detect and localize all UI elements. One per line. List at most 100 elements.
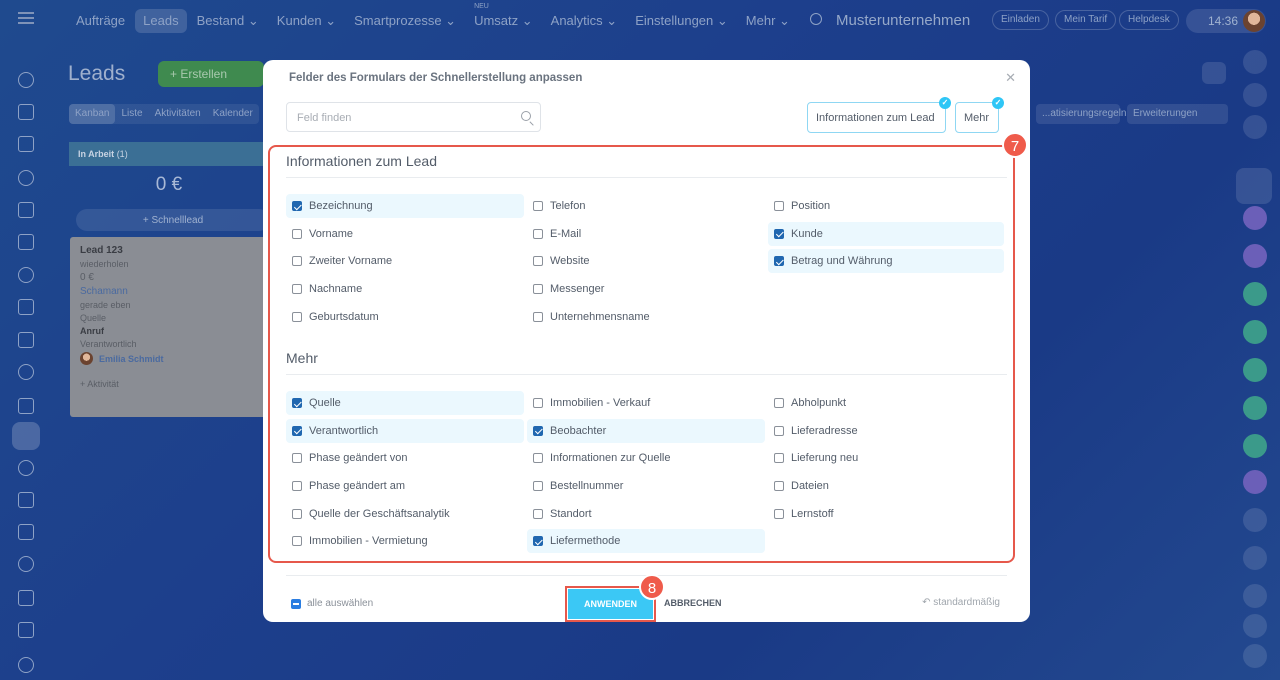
card-title[interactable]: Lead 123 bbox=[80, 245, 258, 256]
chat-avatar[interactable] bbox=[1243, 434, 1267, 458]
undo-icon: ↶ bbox=[922, 597, 934, 608]
nav-item[interactable]: Einstellungen ⌄ bbox=[627, 9, 736, 33]
nav-item[interactable]: Kunden ⌄ bbox=[269, 9, 344, 33]
chat-avatar[interactable] bbox=[1243, 206, 1267, 230]
check-icon: ✓ bbox=[992, 97, 1004, 109]
notification-icon[interactable] bbox=[1243, 50, 1267, 74]
sidebar-nav-icon[interactable] bbox=[18, 234, 34, 250]
close-icon[interactable]: ✕ bbox=[1005, 70, 1016, 86]
nav-label: Kunden bbox=[276, 13, 322, 28]
chevron-down-icon: ⌄ bbox=[244, 13, 259, 28]
quick-lead-button[interactable]: + Schnelllead bbox=[76, 209, 270, 231]
nav-label: Bestand bbox=[196, 13, 245, 28]
cancel-button[interactable]: ABBRECHEN bbox=[664, 598, 722, 608]
chat-avatar[interactable] bbox=[1243, 396, 1267, 420]
notification-icon[interactable] bbox=[1243, 83, 1267, 107]
chat-avatar[interactable] bbox=[1243, 320, 1267, 344]
lead-card[interactable]: Lead 123 wiederholen 0 € Schamann gerade… bbox=[70, 237, 268, 417]
chat-avatar[interactable] bbox=[1243, 508, 1267, 532]
chat-avatar[interactable] bbox=[1236, 168, 1272, 204]
card-source-label: Quelle bbox=[80, 313, 107, 323]
invite-button[interactable]: Einladen bbox=[992, 10, 1049, 30]
chat-avatar[interactable] bbox=[1243, 244, 1267, 268]
sidebar-nav-icon[interactable] bbox=[18, 364, 34, 380]
sidebar-nav-icon[interactable] bbox=[18, 492, 34, 508]
notification-icon[interactable] bbox=[1243, 115, 1267, 139]
column-title: In Arbeit bbox=[78, 149, 115, 159]
sidebar-nav-icon[interactable] bbox=[18, 332, 34, 348]
nav-item[interactable]: Umsatz ⌄ NEU bbox=[466, 3, 541, 33]
sidebar-nav-icon[interactable] bbox=[12, 422, 40, 450]
sidebar-nav-icon[interactable] bbox=[18, 590, 34, 606]
section-chip-more[interactable]: Mehr ✓ bbox=[955, 97, 1004, 133]
sidebar-nav-icon[interactable] bbox=[18, 170, 34, 186]
sidebar-nav-icon[interactable] bbox=[18, 202, 34, 218]
tariff-button[interactable]: Mein Tarif bbox=[1055, 10, 1117, 30]
view-tab[interactable]: Kalender bbox=[207, 104, 259, 124]
chip-label: Informationen zum Lead bbox=[816, 112, 935, 124]
view-tabs: Kanban Liste Aktivitäten Kalender bbox=[69, 104, 259, 124]
sidebar-nav-icon[interactable] bbox=[18, 657, 34, 673]
helpdesk-button[interactable]: Helpdesk bbox=[1119, 10, 1179, 30]
nav-item[interactable]: Leads bbox=[135, 9, 187, 33]
nav-label: Smartprozesse bbox=[354, 13, 442, 28]
step-badge-7: 7 bbox=[1002, 132, 1028, 158]
sidebar-nav-icon[interactable] bbox=[18, 556, 34, 572]
view-tab[interactable]: Aktivitäten bbox=[149, 104, 207, 124]
column-sum: 0 € bbox=[155, 174, 183, 195]
nav-item[interactable]: Analytics ⌄ bbox=[543, 9, 626, 33]
chat-avatar[interactable] bbox=[1243, 358, 1267, 382]
create-button[interactable]: + Erstellen bbox=[158, 61, 264, 87]
sidebar-nav-icon[interactable] bbox=[18, 299, 34, 315]
top-bar: Aufträge Leads Bestand ⌄ Kunden ⌄ Smartproze… bbox=[0, 0, 1280, 42]
sidebar-nav-icon[interactable] bbox=[18, 460, 34, 476]
section-chip-lead-info[interactable]: Informationen zum Lead ✓ bbox=[807, 97, 951, 133]
kanban-column-header: In Arbeit (1) bbox=[69, 142, 269, 166]
chat-avatar[interactable] bbox=[1243, 584, 1267, 608]
chat-avatar[interactable] bbox=[1243, 644, 1267, 668]
sidebar-nav-icon[interactable] bbox=[18, 622, 34, 638]
select-all-checkbox[interactable]: alle auswählen bbox=[291, 598, 373, 609]
card-responsible[interactable]: Emilia Schmidt bbox=[99, 354, 164, 364]
chat-avatar[interactable] bbox=[1243, 470, 1267, 494]
sidebar-nav-icon[interactable] bbox=[18, 72, 34, 88]
page-title: Leads bbox=[68, 62, 126, 85]
nav-item[interactable]: Aufträge bbox=[68, 9, 133, 33]
sidebar-nav-icon[interactable] bbox=[18, 524, 34, 540]
chat-avatar[interactable] bbox=[1243, 614, 1267, 638]
field-search-input[interactable]: Feld finden bbox=[286, 102, 541, 132]
chat-avatar[interactable] bbox=[1243, 546, 1267, 570]
company-name[interactable]: Musterunternehmen bbox=[836, 12, 970, 29]
dialog-title: Felder des Formulars der Schnellerstellu… bbox=[289, 72, 583, 84]
nav-label: Leads bbox=[143, 13, 179, 28]
chevron-down-icon: ⌄ bbox=[518, 13, 533, 28]
sidebar-nav-icon[interactable] bbox=[18, 104, 34, 120]
add-activity-link[interactable]: + Aktivität bbox=[80, 379, 258, 389]
column-count: (1) bbox=[116, 149, 128, 159]
chip-label: Mehr bbox=[964, 112, 990, 124]
sidebar-nav-icon[interactable] bbox=[18, 267, 34, 283]
reset-default-button[interactable]: ↶ standardmäßig bbox=[922, 597, 1000, 608]
nav-item[interactable]: Bestand ⌄ bbox=[189, 9, 267, 33]
card-client[interactable]: Schamann bbox=[80, 286, 258, 297]
view-tab[interactable]: Liste bbox=[115, 104, 148, 124]
card-source: Anruf bbox=[80, 326, 104, 336]
chat-avatar[interactable] bbox=[1243, 282, 1267, 306]
right-sidebar bbox=[1236, 42, 1280, 680]
new-badge: NEU bbox=[474, 3, 489, 10]
chevron-down-icon: ⌄ bbox=[775, 13, 790, 28]
view-tab[interactable]: Kanban bbox=[69, 104, 116, 124]
sidebar-nav-icon[interactable] bbox=[18, 136, 34, 152]
nav-item[interactable]: Smartprozesse ⌄ bbox=[346, 9, 464, 33]
nav-label: Einstellungen bbox=[635, 13, 714, 28]
step-badge-8: 8 bbox=[639, 574, 665, 600]
user-avatar[interactable] bbox=[1243, 10, 1265, 32]
search-icon[interactable] bbox=[810, 13, 822, 25]
settings-gear-icon[interactable] bbox=[1202, 62, 1226, 84]
sidebar-nav-icon[interactable] bbox=[18, 398, 34, 414]
automation-rules-button[interactable]: ...atisierungsregeln bbox=[1036, 104, 1127, 124]
chevron-down-icon: ⌄ bbox=[713, 13, 728, 28]
nav-item[interactable]: Mehr ⌄ bbox=[738, 9, 798, 33]
extensions-button[interactable]: Erweiterungen bbox=[1127, 104, 1228, 124]
menu-icon[interactable] bbox=[18, 12, 34, 24]
